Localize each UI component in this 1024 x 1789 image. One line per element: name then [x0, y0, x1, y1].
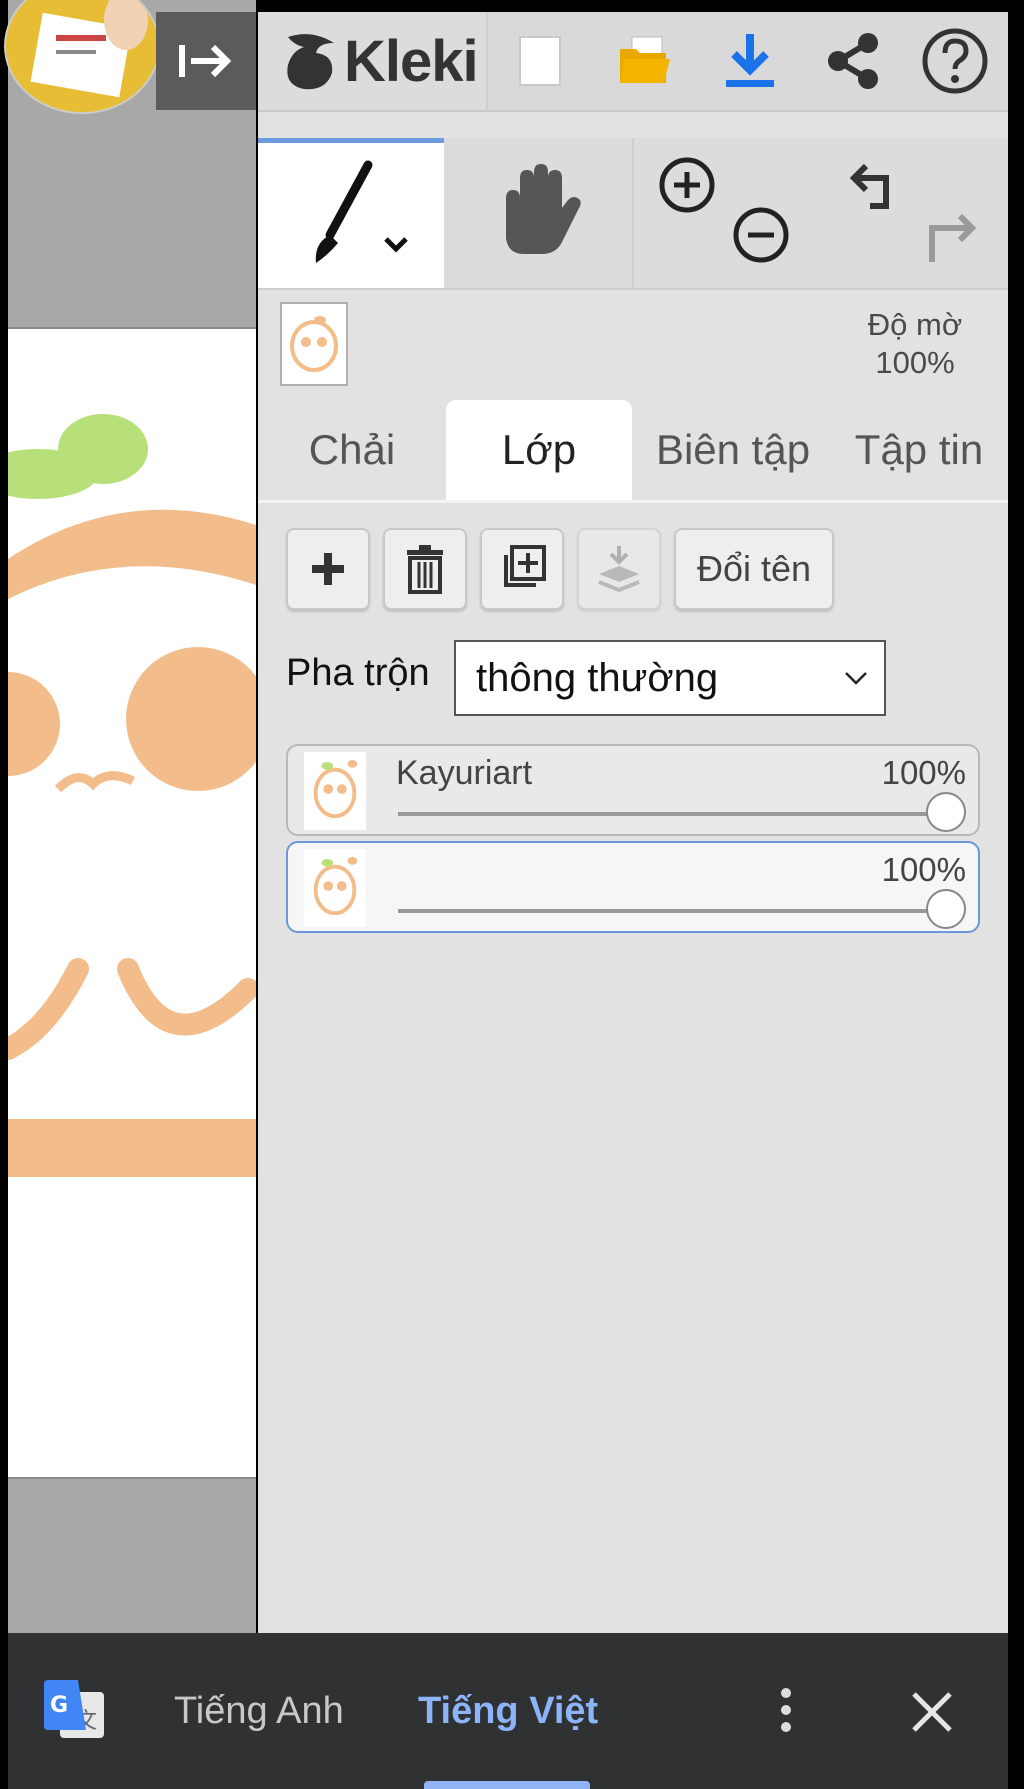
- translate-bar-indicator: [424, 1781, 590, 1789]
- layer-thumbnail-image: [313, 857, 358, 916]
- dot: [781, 1705, 791, 1715]
- brush-icon: [315, 160, 408, 263]
- save-button[interactable]: [700, 12, 800, 110]
- layer-opacity-value: 100%: [881, 754, 966, 791]
- blend-mode-select[interactable]: thông thường: [454, 640, 886, 716]
- source-language-tab[interactable]: Tiếng Anh: [174, 1690, 344, 1733]
- hand-icon: [506, 164, 581, 254]
- dot: [781, 1688, 791, 1698]
- delete-layer-button[interactable]: [383, 528, 467, 610]
- target-language-tab[interactable]: Tiếng Việt: [418, 1690, 598, 1733]
- google-translate-icon: 文 G: [42, 1680, 106, 1740]
- layer-opacity-value: 100%: [881, 851, 966, 888]
- layer-opacity-slider-knob[interactable]: [926, 792, 966, 832]
- merge-down-icon: [598, 546, 640, 593]
- new-button[interactable]: [490, 12, 590, 110]
- history-controls: [820, 138, 1008, 288]
- zoom-controls: [634, 138, 820, 288]
- opacity-label: Độ mờ: [867, 307, 963, 342]
- tab-edit[interactable]: Biên tập: [638, 400, 828, 500]
- redo-button[interactable]: [920, 206, 980, 271]
- merge-down-button[interactable]: [577, 528, 661, 610]
- blend-mode-label: Pha trộn: [286, 652, 430, 694]
- layer-thumbnail: [304, 752, 366, 830]
- tab-brush[interactable]: Chải: [258, 400, 446, 500]
- layer-preview-thumbnail[interactable]: [280, 302, 348, 386]
- layer-opacity-slider-knob[interactable]: [926, 889, 966, 929]
- opacity-value: 100%: [875, 345, 955, 380]
- zoom-out-icon: [733, 207, 789, 263]
- chevron-down-icon: [845, 672, 867, 685]
- new-document-icon: [519, 36, 561, 86]
- layer-thumbnail: [304, 849, 366, 927]
- layer-thumbnail-image: [290, 316, 338, 372]
- zoom-in-icon: [659, 157, 715, 213]
- redo-icon: [929, 213, 977, 262]
- blend-mode-value: thông thường: [476, 655, 719, 700]
- add-layer-button[interactable]: [286, 528, 370, 610]
- more-options-button[interactable]: [764, 1680, 808, 1740]
- layer-name: Kayuriart: [396, 754, 533, 792]
- share-button[interactable]: [803, 12, 903, 110]
- dot: [781, 1722, 791, 1732]
- close-translate-button[interactable]: [904, 1684, 960, 1740]
- layer-item[interactable]: Kayuriart 100%: [286, 744, 980, 836]
- panel-tabs: Chải Lớp Biên tập Tập tin: [258, 400, 1008, 503]
- duplicate-icon: [504, 545, 546, 587]
- duplicate-layer-button[interactable]: [480, 528, 564, 610]
- folder-icon: [620, 36, 670, 83]
- brush-tool-button[interactable]: [258, 138, 444, 288]
- avatar-image: [6, 0, 158, 112]
- trash-icon: [407, 545, 443, 594]
- chevron-down-icon: [384, 237, 408, 253]
- tab-file[interactable]: Tập tin: [830, 400, 1008, 500]
- layer-opacity-slider[interactable]: [398, 812, 952, 816]
- zoom-out-button[interactable]: [732, 206, 790, 269]
- help-icon: [922, 28, 988, 94]
- hand-tool-button[interactable]: [446, 138, 634, 288]
- opacity-readout: Độ mờ 100%: [850, 306, 980, 382]
- tab-layer[interactable]: Lớp: [446, 400, 632, 500]
- kleki-bird-icon: [287, 34, 334, 90]
- zoom-in-button[interactable]: [658, 156, 716, 219]
- share-icon: [828, 33, 878, 89]
- layer-opacity-slider[interactable]: [398, 909, 952, 913]
- open-button[interactable]: [595, 12, 695, 110]
- undo-icon: [849, 163, 889, 209]
- hide-ui-button[interactable]: [156, 12, 256, 110]
- canvas-artwork: [8, 414, 256, 1177]
- arrow-right-bar-icon: [179, 44, 232, 78]
- layer-thumbnail-image: [313, 760, 358, 819]
- svg-text:G: G: [50, 1693, 68, 1718]
- download-icon: [726, 34, 774, 87]
- plus-icon: [312, 553, 344, 585]
- drawing-canvas[interactable]: [8, 327, 256, 1479]
- help-button[interactable]: [905, 12, 1005, 110]
- app-name: Kleki: [344, 28, 479, 94]
- undo-button[interactable]: [846, 156, 906, 221]
- close-icon: [912, 1692, 952, 1732]
- layer-item-selected[interactable]: 100%: [286, 841, 980, 933]
- kleki-logo[interactable]: Kleki: [258, 12, 488, 110]
- rename-layer-button[interactable]: Đổi tên: [674, 528, 834, 610]
